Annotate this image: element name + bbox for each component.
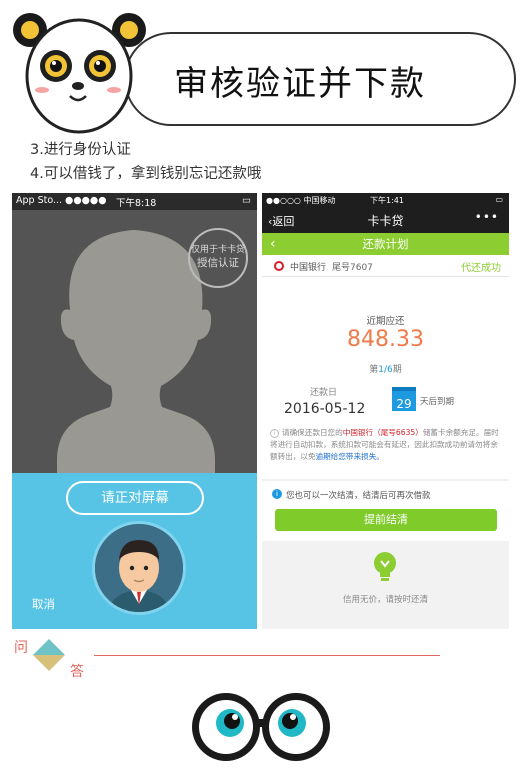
diamond-icon	[33, 639, 65, 671]
question-label: 问	[14, 640, 28, 656]
status-time: 下午1:41	[370, 196, 404, 205]
lightbulb-icon	[374, 552, 396, 581]
watermark-stamp: 仅用于卡卡贷 授信认证	[188, 228, 248, 288]
face-verification-screen: App Sto... ●●●●● 下午8:18 ▭ 仅用于卡卡贷 授信认证 请正…	[12, 193, 257, 629]
bank-name: 中国银行	[290, 263, 327, 273]
cancel-button[interactable]: 取消	[32, 596, 55, 612]
status-badge: 代还成功	[461, 263, 501, 274]
qa-divider: 问 答	[0, 632, 521, 682]
repay-date: 2016-05-12	[284, 401, 366, 417]
info-icon: i	[270, 428, 279, 438]
settle-early-button[interactable]: 提前结清	[275, 509, 497, 531]
settle-info: 您也可以一次结清，结清后可再次借款	[286, 491, 431, 501]
slogan: 信用无价，请按时还清	[342, 595, 428, 605]
period-indicator: 第1/6期	[369, 365, 402, 375]
repay-date-label: 还款日	[310, 388, 338, 398]
bank-of-china-icon	[274, 261, 284, 271]
step-3: 3.进行身份认证	[30, 142, 131, 158]
repayment-plan-screen: ●●○○○ 中国移动 下午1:41 ▭ ‹返回 卡卡贷 ••• ‹ 还款计划 中…	[262, 193, 509, 629]
status-time: 下午8:18	[116, 198, 157, 209]
answer-label: 答	[70, 664, 84, 680]
notice-text: i 请确保还款日您的中国银行（尾号6635）储蓄卡余额充足。届时将进行自动扣款，系…	[270, 428, 499, 461]
battery-icon: ▭	[495, 195, 503, 204]
panda-mascot-icon	[13, 13, 146, 134]
bank-tail: 尾号7607	[332, 263, 373, 273]
due-amount: 848.33	[347, 327, 424, 352]
chevron-left-icon[interactable]: ‹	[270, 233, 276, 255]
info-icon: i	[272, 489, 282, 499]
status-bar: App Sto... ●●●●● 下午8:18 ▭	[12, 193, 257, 210]
settle-section: i 您也可以一次结清，结清后可再次借款 提前结清	[262, 481, 509, 541]
battery-icon: ▭	[242, 195, 251, 206]
page-title: 审核验证并下款	[174, 64, 426, 104]
calendar-icon: 29	[392, 387, 416, 411]
camera-preview: 仅用于卡卡贷 授信认证	[12, 210, 257, 473]
nav-title: 卡卡贷	[367, 214, 404, 228]
more-button[interactable]: •••	[475, 210, 499, 224]
status-app: App Sto... ●●●●●	[16, 195, 107, 206]
man-avatar-icon	[95, 524, 183, 612]
plan-title: 还款计划	[362, 237, 409, 251]
glasses-eyes-icon	[192, 693, 330, 761]
repayment-card: 近期应还 848.33 第1/6期 还款日 2016-05-12 29 天后到期…	[262, 277, 509, 479]
due-label: 近期应还	[366, 316, 405, 327]
step-4: 4.可以借钱了，拿到钱别忘记还款哦	[30, 166, 262, 182]
steps-list: 3.进行身份认证 4.可以借钱了，拿到钱别忘记还款哦	[30, 138, 261, 186]
bank-row: 中国银行 尾号7607 代还成功	[262, 255, 509, 277]
divider-line	[94, 655, 440, 656]
status-carrier: ●●○○○ 中国移动	[266, 196, 336, 205]
plan-title-bar: ‹ 还款计划	[262, 233, 509, 255]
days-note: 天后到期	[420, 397, 455, 407]
header: 审核验证并下款	[12, 8, 516, 134]
face-screen-button[interactable]: 请正对屏幕	[66, 481, 204, 515]
avatar	[92, 521, 186, 615]
verification-panel: 请正对屏幕 取消	[12, 473, 257, 629]
app-header: ●●○○○ 中国移动 下午1:41 ▭ ‹返回 卡卡贷 •••	[262, 193, 509, 233]
